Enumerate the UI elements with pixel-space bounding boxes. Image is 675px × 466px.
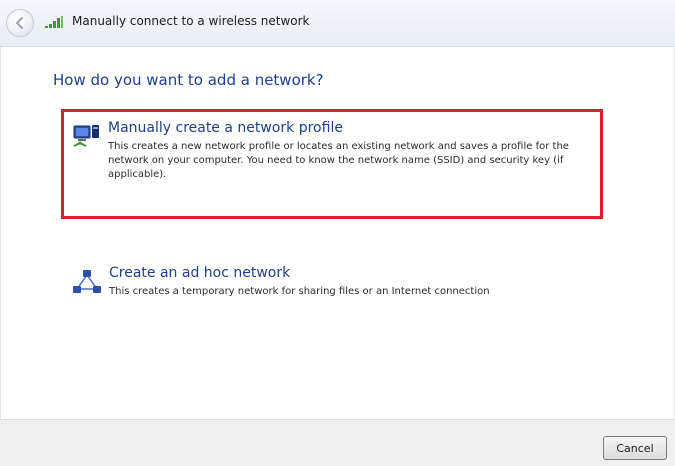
wireless-signal-icon [45, 16, 63, 28]
window-title: Manually connect to a wireless network [72, 14, 310, 28]
ad-hoc-network-option[interactable]: Create an ad hoc network This creates a … [61, 259, 621, 319]
page-heading: How do you want to add a network? [53, 71, 324, 89]
content-area: How do you want to add a network? Manual… [0, 47, 675, 419]
cancel-button[interactable]: Cancel [603, 436, 667, 460]
back-button[interactable] [6, 9, 34, 37]
option-title: Create an ad hoc network [109, 265, 291, 281]
back-arrow-icon [16, 17, 23, 29]
option-title: Manually create a network profile [108, 120, 343, 136]
ad-hoc-network-icon [73, 270, 101, 293]
option-description: This creates a new network profile or lo… [108, 141, 569, 180]
title-bar: Manually connect to a wireless network [0, 0, 675, 47]
network-profile-icon [73, 125, 99, 147]
option-description: This creates a temporary network for sha… [109, 286, 490, 297]
wizard-window: Manually connect to a wireless network H… [0, 0, 675, 466]
footer-bar: Cancel [0, 419, 675, 466]
manual-profile-option[interactable]: Manually create a network profile This c… [61, 109, 603, 219]
